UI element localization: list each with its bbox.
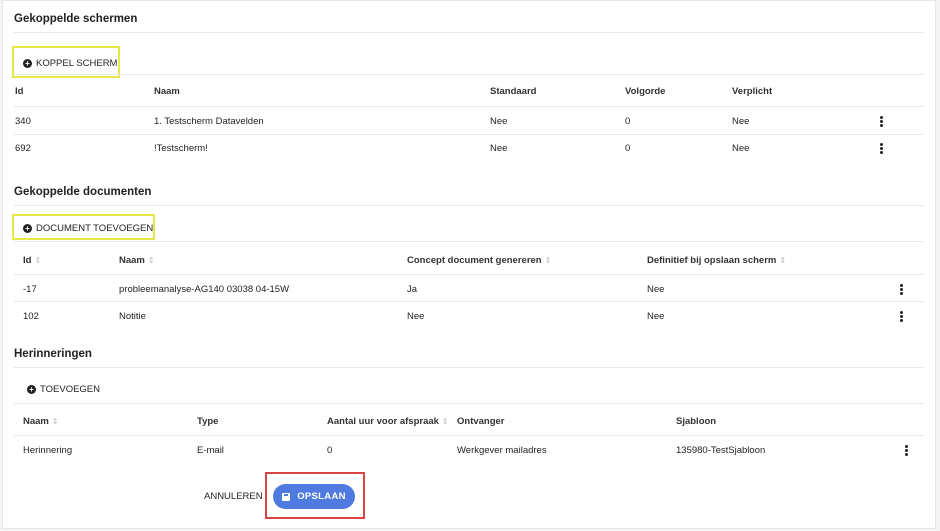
divider (14, 241, 924, 242)
col-header-volgorde[interactable]: Volgorde (625, 86, 665, 97)
cell-naam: Notitie (119, 311, 146, 322)
col-header-concept[interactable]: Concept document genereren ⇕ (407, 255, 551, 266)
col-header-label: Id (23, 255, 32, 266)
plus-circle-icon: + (23, 224, 32, 233)
documents-section-title: Gekoppelde documenten (14, 186, 152, 198)
sort-icon: ⇕ (779, 256, 787, 265)
cell-aantal-uur: 0 (327, 445, 333, 456)
cell-concept: Nee (407, 311, 425, 322)
more-vert-icon[interactable] (898, 311, 904, 322)
col-header-naam[interactable]: Naam (154, 86, 180, 97)
cell-volgorde: 0 (625, 116, 631, 127)
document-toevoegen-label: DOCUMENT TOEVOEGEN (36, 223, 154, 234)
divider (14, 106, 924, 107)
col-header-definitief[interactable]: Definitief bij opslaan scherm ⇕ (647, 255, 786, 266)
col-header-id[interactable]: Id ⇕ (23, 255, 41, 266)
cell-volgorde: 0 (625, 143, 631, 154)
cell-verplicht: Nee (732, 116, 750, 127)
plus-circle-icon: + (27, 385, 36, 394)
cancel-button[interactable]: ANNULEREN (204, 491, 263, 502)
cell-sjabloon: 135980-TestSjabloon (676, 445, 766, 456)
form-card: Gekoppelde schermen + KOPPEL SCHERM Id N… (2, 0, 936, 529)
divider (14, 205, 924, 206)
col-header-aantal-uur[interactable]: Aantal uur voor afspraak ⇕ (327, 416, 449, 427)
col-header-ontvanger[interactable]: Ontvanger (457, 416, 505, 427)
col-header-sjabloon[interactable]: Sjabloon (676, 416, 716, 427)
sort-icon: ⇕ (147, 256, 155, 265)
col-header-label: Definitief bij opslaan scherm (647, 255, 777, 266)
sort-icon: ⇕ (34, 256, 42, 265)
col-header-label: Naam (23, 416, 49, 427)
sort-icon: ⇕ (544, 256, 552, 265)
divider (14, 435, 924, 436)
screens-section-title: Gekoppelde schermen (14, 13, 138, 25)
reminders-section-title: Herinneringen (14, 348, 92, 360)
cell-definitief: Nee (647, 284, 665, 295)
cell-standaard: Nee (490, 143, 508, 154)
col-header-type[interactable]: Type (197, 416, 218, 427)
divider (14, 32, 924, 33)
col-header-standaard[interactable]: Standaard (490, 86, 536, 97)
cell-ontvanger: Werkgever mailadres (457, 445, 547, 456)
divider (14, 274, 924, 275)
col-header-naam[interactable]: Naam ⇕ (23, 416, 59, 427)
toevoegen-label: TOEVOEGEN (40, 384, 101, 395)
cell-naam: probleemanalyse-AG140 03038 04-15W (119, 284, 290, 295)
save-icon (282, 492, 291, 501)
cell-id: 692 (15, 143, 31, 154)
cell-standaard: Nee (490, 116, 508, 127)
sort-icon: ⇕ (441, 417, 449, 426)
koppel-scherm-label: KOPPEL SCHERM (36, 58, 118, 69)
more-vert-icon[interactable] (878, 143, 884, 154)
toevoegen-button[interactable]: + TOEVOEGEN (27, 384, 100, 395)
cell-id: -17 (23, 284, 37, 295)
cell-verplicht: Nee (732, 143, 750, 154)
divider (14, 134, 924, 135)
col-header-naam[interactable]: Naam ⇕ (119, 255, 155, 266)
cell-naam: Herinnering (23, 445, 73, 456)
save-label: OPSLAAN (297, 491, 346, 502)
plus-circle-icon: + (23, 59, 32, 68)
col-header-id[interactable]: Id (15, 86, 23, 97)
divider (14, 403, 924, 404)
cell-id: 340 (15, 116, 31, 127)
save-button[interactable]: OPSLAAN (273, 484, 355, 509)
divider (14, 301, 924, 302)
divider (14, 74, 924, 75)
cell-definitief: Nee (647, 311, 665, 322)
sort-icon: ⇕ (51, 417, 59, 426)
cell-concept: Ja (407, 284, 418, 295)
cancel-label: ANNULEREN (204, 491, 263, 502)
col-header-label: Naam (119, 255, 145, 266)
more-vert-icon[interactable] (898, 284, 904, 295)
cell-id: 102 (23, 311, 39, 322)
cell-naam: !Testscherm! (154, 143, 208, 154)
more-vert-icon[interactable] (903, 445, 909, 456)
divider (14, 367, 924, 368)
col-header-label: Aantal uur voor afspraak (327, 416, 439, 427)
col-header-verplicht[interactable]: Verplicht (732, 86, 772, 97)
col-header-label: Concept document genereren (407, 255, 542, 266)
cell-type: E-mail (197, 445, 224, 456)
cell-naam: 1. Testscherm Datavelden (154, 116, 264, 127)
document-toevoegen-button[interactable]: + DOCUMENT TOEVOEGEN (23, 223, 153, 234)
koppel-scherm-button[interactable]: + KOPPEL SCHERM (23, 58, 117, 69)
more-vert-icon[interactable] (878, 116, 884, 127)
